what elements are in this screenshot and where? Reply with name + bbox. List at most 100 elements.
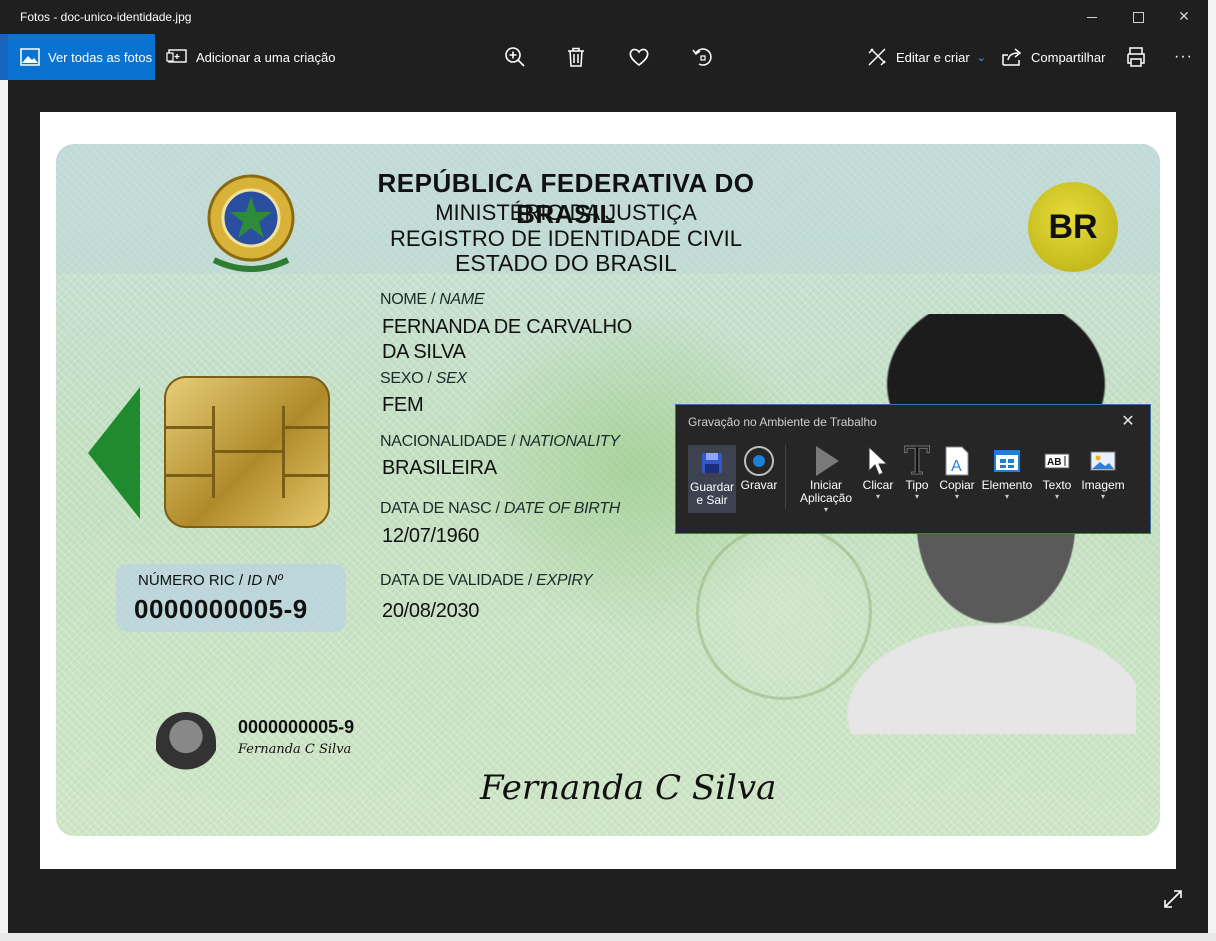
type-label: Tipo (905, 478, 929, 492)
add-creation-icon (166, 49, 187, 63)
copy-document-icon: A (944, 443, 970, 479)
see-all-photos-button[interactable]: Ver todas as fotos (8, 34, 155, 80)
background-strip (0, 0, 8, 34)
mini-id-number: 0000000005-9 (238, 717, 355, 737)
nationality-value: BRASILEIRA (382, 457, 497, 479)
birth-date-label: DATA DE NASC / DATE OF BIRTH (380, 500, 620, 517)
share-button[interactable]: Compartilhar (1001, 34, 1105, 80)
mini-signature: Fernanda C Silva (238, 742, 352, 757)
add-to-creation-label: Adicionar a uma criação (196, 49, 336, 65)
fullscreen-icon[interactable] (1162, 888, 1184, 910)
title-bar: Fotos - doc-unico-identidade.jpg ✕ (8, 0, 1208, 34)
svg-text:AB: AB (1047, 457, 1061, 468)
minimize-icon (1087, 16, 1097, 18)
close-button[interactable]: ✕ (1161, 0, 1207, 34)
image-icon (1090, 443, 1116, 479)
desktop-recording-panel: Gravação no Ambiente de Trabalho ✕ Guard… (675, 404, 1151, 534)
text-type-icon: T (904, 439, 930, 483)
ric-label: NÚMERO RIC / ID Nº (138, 572, 283, 589)
save-icon (699, 445, 725, 481)
share-icon (1002, 48, 1022, 66)
maximize-icon (1132, 11, 1144, 23)
add-to-creation-button[interactable]: Adicionar a uma criação (166, 34, 335, 80)
chip-line (164, 474, 212, 477)
image-label: Imagem (1081, 478, 1125, 492)
expiry-label: DATA DE VALIDADE / EXPIRY (380, 572, 593, 589)
record-label: Gravar (740, 478, 778, 492)
favorite-icon[interactable] (627, 45, 651, 69)
start-application-button[interactable]: Iniciar Aplicação ▾ (794, 443, 858, 514)
record-icon (743, 443, 775, 479)
see-all-photos-label: Ver todas as fotos (48, 49, 153, 65)
click-button[interactable]: Clicar ▾ (860, 443, 896, 501)
zoom-in-icon[interactable] (503, 45, 527, 69)
card-subtitle-state: ESTADO DO BRASIL (455, 250, 677, 276)
text-label: Texto (1042, 478, 1072, 492)
toolbar-divider (785, 445, 786, 509)
share-label: Compartilhar (1031, 49, 1106, 65)
green-arrow-mark (88, 387, 140, 519)
name-label: NOME / NAME (380, 291, 485, 308)
background-window-right-edge (1208, 0, 1216, 941)
chip-line (164, 426, 212, 429)
chevron-down-icon: ▾ (1100, 492, 1105, 501)
cursor-icon (866, 443, 890, 479)
chip-line (282, 426, 330, 429)
background-window-bottom-edge (0, 933, 1216, 941)
nationality-label: NACIONALIDADE / NATIONALITY (380, 433, 620, 450)
sex-value: FEM (382, 394, 424, 416)
chip-line (282, 474, 330, 477)
name-value-line2: DA SILVA (382, 341, 466, 363)
print-icon[interactable] (1124, 45, 1148, 69)
name-value-line1: FERNANDA DE CARVALHO (382, 316, 632, 338)
card-subtitle-registry: REGISTRO DE IDENTIDADE CIVIL (389, 226, 743, 251)
image-button[interactable]: Imagem ▾ (1078, 443, 1128, 501)
minimize-button[interactable] (1069, 0, 1115, 34)
chevron-down-icon: ▾ (823, 505, 828, 514)
coat-of-arms-icon (207, 174, 295, 272)
click-label: Clicar (862, 478, 894, 492)
country-badge: BR (1028, 182, 1118, 272)
photos-icon (20, 48, 40, 66)
rotate-icon[interactable] (690, 45, 714, 69)
element-button[interactable]: Elemento ▾ (980, 443, 1034, 501)
background-strip (0, 34, 8, 80)
recording-panel-title: Gravação no Ambiente de Trabalho (688, 415, 877, 429)
save-and-exit-label: Guardar e Sair (689, 480, 735, 507)
edit-and-create-menu[interactable]: Editar e criar ⌄ (866, 34, 986, 80)
chevron-down-icon: ▾ (914, 492, 919, 501)
card-subtitle-ministry: MINISTÉRIO DA JUSTIÇA (435, 200, 697, 225)
edit-create-icon (868, 48, 886, 66)
ric-number: 0000000005-9 (134, 594, 308, 624)
chevron-down-icon: ▾ (1004, 492, 1009, 501)
copy-button[interactable]: A Copiar ▾ (938, 443, 976, 501)
chevron-down-icon: ▾ (875, 492, 880, 501)
edit-and-create-label: Editar e criar (896, 49, 970, 65)
save-and-exit-button[interactable]: Guardar e Sair (688, 445, 736, 513)
chevron-down-icon: ▾ (1054, 492, 1059, 501)
sex-label: SEXO / SEX (380, 370, 467, 387)
chevron-down-icon: ▾ (954, 492, 959, 501)
maximize-button[interactable] (1115, 0, 1161, 34)
svg-text:A: A (951, 458, 962, 475)
recording-close-button[interactable]: ✕ (1117, 411, 1139, 433)
start-application-label: Iniciar Aplicação (799, 478, 853, 505)
mini-portrait (156, 712, 216, 782)
expiry-value: 20/08/2030 (382, 600, 480, 622)
delete-icon[interactable] (564, 45, 588, 69)
element-window-icon (994, 443, 1020, 479)
text-button[interactable]: AB Texto ▾ (1038, 443, 1076, 501)
record-button[interactable]: Gravar (740, 443, 778, 492)
text-field-icon: AB (1044, 443, 1070, 479)
birth-date-value: 12/07/1960 (382, 525, 480, 547)
holder-signature: Fernanda C Silva (480, 768, 777, 808)
play-icon (811, 443, 841, 479)
close-icon: ✕ (1121, 413, 1135, 430)
window-title: Fotos - doc-unico-identidade.jpg (20, 10, 192, 24)
more-options-button[interactable]: ··· (1174, 34, 1193, 80)
toolbar: Ver todas as fotos Adicionar a uma criaç… (8, 34, 1208, 80)
smart-chip (164, 376, 330, 528)
element-label: Elemento (981, 478, 1033, 492)
type-button[interactable]: T Tipo ▾ (900, 439, 934, 501)
close-icon: ✕ (1178, 9, 1190, 25)
